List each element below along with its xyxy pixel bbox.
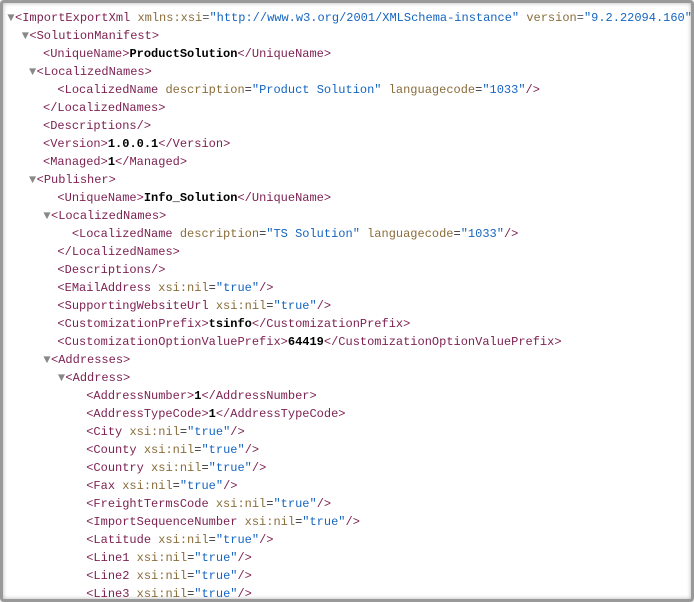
line-address-field: <Line2 xsi:nil="true"/> bbox=[7, 567, 687, 585]
line-address-field: <County xsi:nil="true"/> bbox=[7, 441, 687, 459]
line-uniquename: <UniqueName>ProductSolution</UniqueName> bbox=[7, 45, 687, 63]
expand-arrow-icon[interactable]: ▼ bbox=[7, 9, 15, 27]
line-address-field: <AddressTypeCode>1</AddressTypeCode> bbox=[7, 405, 687, 423]
line-address-field: <FreightTermsCode xsi:nil="true"/> bbox=[7, 495, 687, 513]
line-pub-uniquename: <UniqueName>Info_Solution</UniqueName> bbox=[7, 189, 687, 207]
line-customizationprefix: <CustomizationPrefix>tsinfo</Customizati… bbox=[7, 315, 687, 333]
expand-arrow-icon[interactable]: ▼ bbox=[43, 207, 51, 225]
line-root: ▼<ImportExportXml xmlns:xsi="http://www.… bbox=[7, 9, 687, 27]
line-address-field: <AddressNumber>1</AddressNumber> bbox=[7, 387, 687, 405]
line-customizationoptionvalueprefix: <CustomizationOptionValuePrefix>64419</C… bbox=[7, 333, 687, 351]
line-publisher: ▼<Publisher> bbox=[7, 171, 687, 189]
line-address-field: <ImportSequenceNumber xsi:nil="true"/> bbox=[7, 513, 687, 531]
line-version: <Version>1.0.0.1</Version> bbox=[7, 135, 687, 153]
line-address-field: <Country xsi:nil="true"/> bbox=[7, 459, 687, 477]
line-localizedname: <LocalizedName description="Product Solu… bbox=[7, 81, 687, 99]
expand-arrow-icon[interactable]: ▼ bbox=[29, 171, 37, 189]
xml-viewer-frame: ▼<ImportExportXml xmlns:xsi="http://www.… bbox=[0, 0, 694, 602]
xml-content: ▼<ImportExportXml xmlns:xsi="http://www.… bbox=[7, 9, 687, 602]
line-supportingwebsiteurl: <SupportingWebsiteUrl xsi:nil="true"/> bbox=[7, 297, 687, 315]
line-address-field: <Latitude xsi:nil="true"/> bbox=[7, 531, 687, 549]
expand-arrow-icon[interactable]: ▼ bbox=[29, 63, 37, 81]
line-localizednames-close: </LocalizedNames> bbox=[7, 99, 687, 117]
line-pub-localizednames-open: ▼<LocalizedNames> bbox=[7, 207, 687, 225]
expand-arrow-icon[interactable]: ▼ bbox=[43, 351, 51, 369]
line-localizednames-open: ▼<LocalizedNames> bbox=[7, 63, 687, 81]
line-pub-descriptions: <Descriptions/> bbox=[7, 261, 687, 279]
line-address-field: <City xsi:nil="true"/> bbox=[7, 423, 687, 441]
line-managed: <Managed>1</Managed> bbox=[7, 153, 687, 171]
line-pub-localizednames-close: </LocalizedNames> bbox=[7, 243, 687, 261]
line-addresses: ▼<Addresses> bbox=[7, 351, 687, 369]
line-pub-localizedname: <LocalizedName description="TS Solution"… bbox=[7, 225, 687, 243]
line-address-field: <Line3 xsi:nil="true"/> bbox=[7, 585, 687, 602]
address-fields: <AddressNumber>1</AddressNumber> <Addres… bbox=[7, 387, 687, 602]
line-address: ▼<Address> bbox=[7, 369, 687, 387]
line-descriptions: <Descriptions/> bbox=[7, 117, 687, 135]
line-emailaddress: <EMailAddress xsi:nil="true"/> bbox=[7, 279, 687, 297]
line-address-field: <Line1 xsi:nil="true"/> bbox=[7, 549, 687, 567]
line-address-field: <Fax xsi:nil="true"/> bbox=[7, 477, 687, 495]
line-manifest: ▼<SolutionManifest> bbox=[7, 27, 687, 45]
